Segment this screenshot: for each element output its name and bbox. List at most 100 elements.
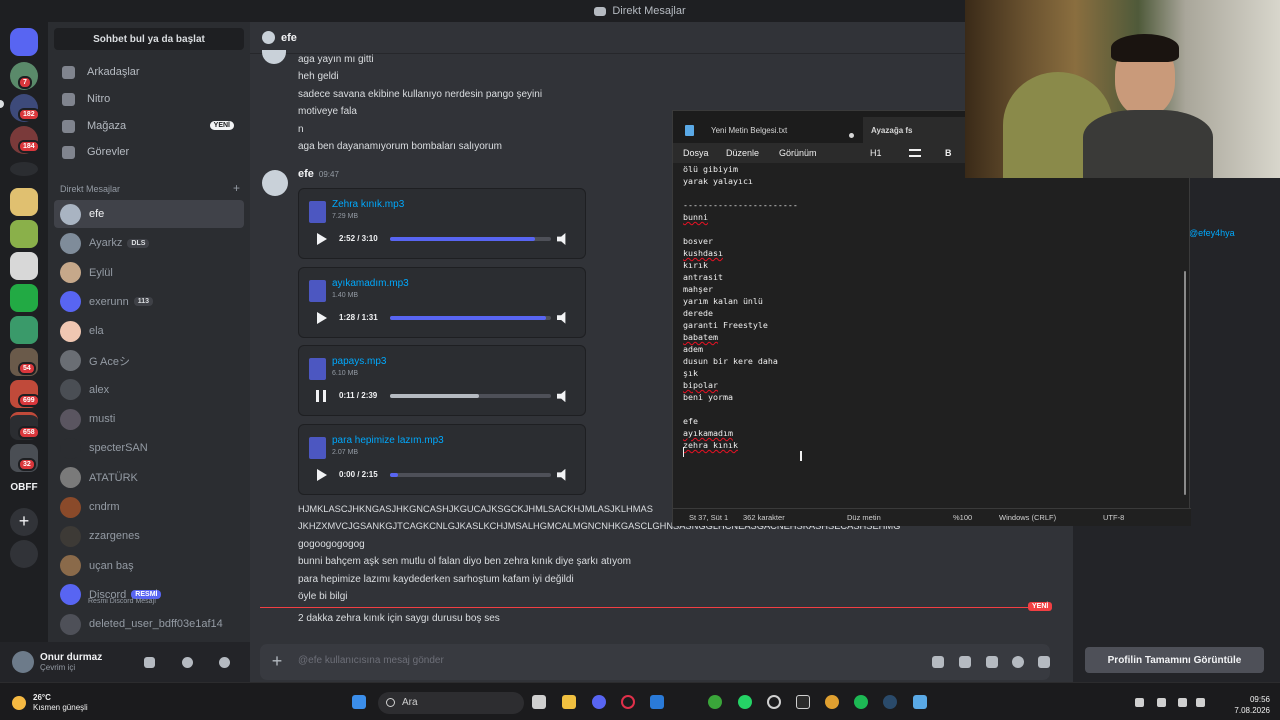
find-conversation-button[interactable]: Sohbet bul ya da başlat xyxy=(54,28,244,50)
chrome-icon[interactable] xyxy=(825,695,839,709)
notepad-scrollbar[interactable] xyxy=(1184,271,1186,495)
outlook-icon[interactable] xyxy=(650,695,664,709)
play-icon[interactable] xyxy=(317,468,327,481)
add-dm-button[interactable]: + xyxy=(233,182,240,194)
dm-item[interactable]: efe xyxy=(54,200,244,228)
dm-item[interactable]: musti xyxy=(54,405,244,433)
notepad-line xyxy=(683,187,1183,199)
home-button[interactable] xyxy=(10,28,38,56)
dm-item[interactable]: deleted_user_bdff03e1af14 xyxy=(54,610,244,638)
file-explorer-icon[interactable] xyxy=(562,695,576,709)
discord-taskbar-icon[interactable] xyxy=(592,695,606,709)
play-icon[interactable] xyxy=(317,233,327,245)
emoji-icon[interactable] xyxy=(1012,656,1024,668)
play-icon[interactable] xyxy=(317,311,327,324)
dm-item[interactable]: Discord RESMİ Resmi Discord Mesajı xyxy=(54,581,244,609)
gear-icon[interactable] xyxy=(219,657,230,668)
steam-icon[interactable] xyxy=(883,695,897,709)
sticker-icon[interactable] xyxy=(986,656,998,668)
add-server-icon[interactable]: + xyxy=(10,508,38,536)
gif-icon[interactable] xyxy=(959,656,971,668)
audio-progress-bar[interactable] xyxy=(390,237,551,241)
tab-active[interactable]: Ayazağa fs xyxy=(863,117,967,143)
tab-document[interactable]: Yeni Metin Belgesi.txt xyxy=(673,117,863,143)
dm-item[interactable]: G Aceシ xyxy=(54,347,244,375)
menu-edit[interactable]: Düzenle xyxy=(726,148,759,158)
headphones-icon[interactable] xyxy=(182,657,193,668)
xbox-icon[interactable] xyxy=(708,695,722,709)
attachment-filename[interactable]: para hepimize lazım.mp3 xyxy=(332,435,444,446)
avatar[interactable] xyxy=(262,170,288,196)
nav-friends[interactable]: Arkadaşlar xyxy=(54,60,244,84)
audio-time: 0:11 / 2:39 xyxy=(339,391,378,401)
server-icon[interactable] xyxy=(10,316,38,344)
taskbar: 26°C Kısmen güneşli Ara 09:56 7.08.2026 xyxy=(0,682,1280,720)
avatar[interactable] xyxy=(12,651,34,673)
tab-label: Ayazağa fs xyxy=(871,125,913,135)
attachment-filename[interactable]: papays.mp3 xyxy=(332,356,386,367)
attachment-filename[interactable]: Zehra kınık.mp3 xyxy=(332,199,404,210)
volume-icon[interactable] xyxy=(557,233,566,245)
server-text-icon[interactable]: OBFF xyxy=(6,482,42,493)
dm-item[interactable]: exerunn 113 xyxy=(54,288,244,316)
volume-icon[interactable] xyxy=(557,311,566,324)
dm-item[interactable]: uçan baş xyxy=(54,552,244,580)
apps-icon[interactable] xyxy=(1038,656,1050,668)
volume-icon[interactable] xyxy=(557,468,566,481)
dm-item[interactable]: Ayarkz DLS xyxy=(54,229,244,257)
pause-icon[interactable] xyxy=(316,390,326,403)
server-icon[interactable] xyxy=(10,188,38,216)
server-icon[interactable] xyxy=(10,162,38,176)
bold-button[interactable]: B xyxy=(945,148,952,158)
server-icon[interactable] xyxy=(10,220,38,248)
start-icon[interactable] xyxy=(352,695,366,709)
mention-badge: 54 xyxy=(18,362,36,375)
view-full-profile-button[interactable]: Profilin Tamamını Görüntüle xyxy=(1085,647,1264,673)
dm-item[interactable]: zzargenes xyxy=(54,522,244,550)
notepad-taskbar-icon[interactable] xyxy=(913,695,927,709)
list-icon[interactable] xyxy=(909,149,921,157)
volume-icon[interactable] xyxy=(1196,698,1205,707)
dm-item[interactable]: ATATÜRK xyxy=(54,464,244,492)
server-icon[interactable] xyxy=(10,252,38,280)
gift-icon[interactable] xyxy=(932,656,944,668)
volume-icon[interactable] xyxy=(557,390,566,403)
dm-item[interactable]: alex xyxy=(54,376,244,404)
opera-icon[interactable] xyxy=(621,695,635,709)
attachment-filename[interactable]: ayıkamadım.mp3 xyxy=(332,278,409,289)
audio-progress-bar[interactable] xyxy=(390,394,551,399)
menu-view[interactable]: Görünüm xyxy=(779,148,817,158)
whatsapp-icon[interactable] xyxy=(738,695,752,709)
weather-widget[interactable]: 26°C Kısmen güneşli xyxy=(33,693,88,713)
user-info[interactable]: Onur durmaz Çevrim içi xyxy=(40,652,102,672)
nav-shop[interactable]: Mağaza YENİ xyxy=(54,114,244,138)
heading-dropdown[interactable]: H1 xyxy=(870,148,882,158)
message-input[interactable]: @efe kullanıcısına mesaj gönder xyxy=(298,655,444,666)
dm-item[interactable]: ela xyxy=(54,317,244,345)
taskbar-search[interactable]: Ara xyxy=(378,692,524,714)
dm-item[interactable]: cndrm xyxy=(54,493,244,521)
server-icon[interactable] xyxy=(10,284,38,312)
epic-games-icon[interactable] xyxy=(796,695,810,709)
avatar[interactable] xyxy=(262,50,286,64)
spotify-icon[interactable] xyxy=(854,695,868,709)
taskbar-clock[interactable]: 09:56 7.08.2026 xyxy=(1222,694,1270,716)
chevron-up-icon[interactable] xyxy=(1135,698,1144,707)
nav-nitro[interactable]: Nitro xyxy=(54,87,244,111)
microphone-icon[interactable] xyxy=(1157,698,1166,707)
notepad-text-area[interactable]: ölü gibiyim yarak yalayıcı ---------------… xyxy=(683,163,1183,451)
microphone-icon[interactable] xyxy=(144,657,155,668)
app-icon[interactable] xyxy=(767,695,781,709)
menu-file[interactable]: Dosya xyxy=(683,148,709,158)
audio-progress-bar[interactable] xyxy=(390,315,551,320)
author-name[interactable]: efe xyxy=(298,168,314,180)
dm-item[interactable]: Eylül xyxy=(54,259,244,287)
add-attachment-button[interactable]: + xyxy=(269,652,285,670)
dm-item[interactable]: specterSAN xyxy=(54,434,244,462)
audio-progress-bar[interactable] xyxy=(390,472,551,477)
person-body xyxy=(1083,110,1213,178)
task-view-icon[interactable] xyxy=(532,695,546,709)
wifi-icon[interactable] xyxy=(1178,698,1187,707)
nav-quests[interactable]: Görevler xyxy=(54,140,244,164)
discover-icon[interactable] xyxy=(10,540,38,568)
